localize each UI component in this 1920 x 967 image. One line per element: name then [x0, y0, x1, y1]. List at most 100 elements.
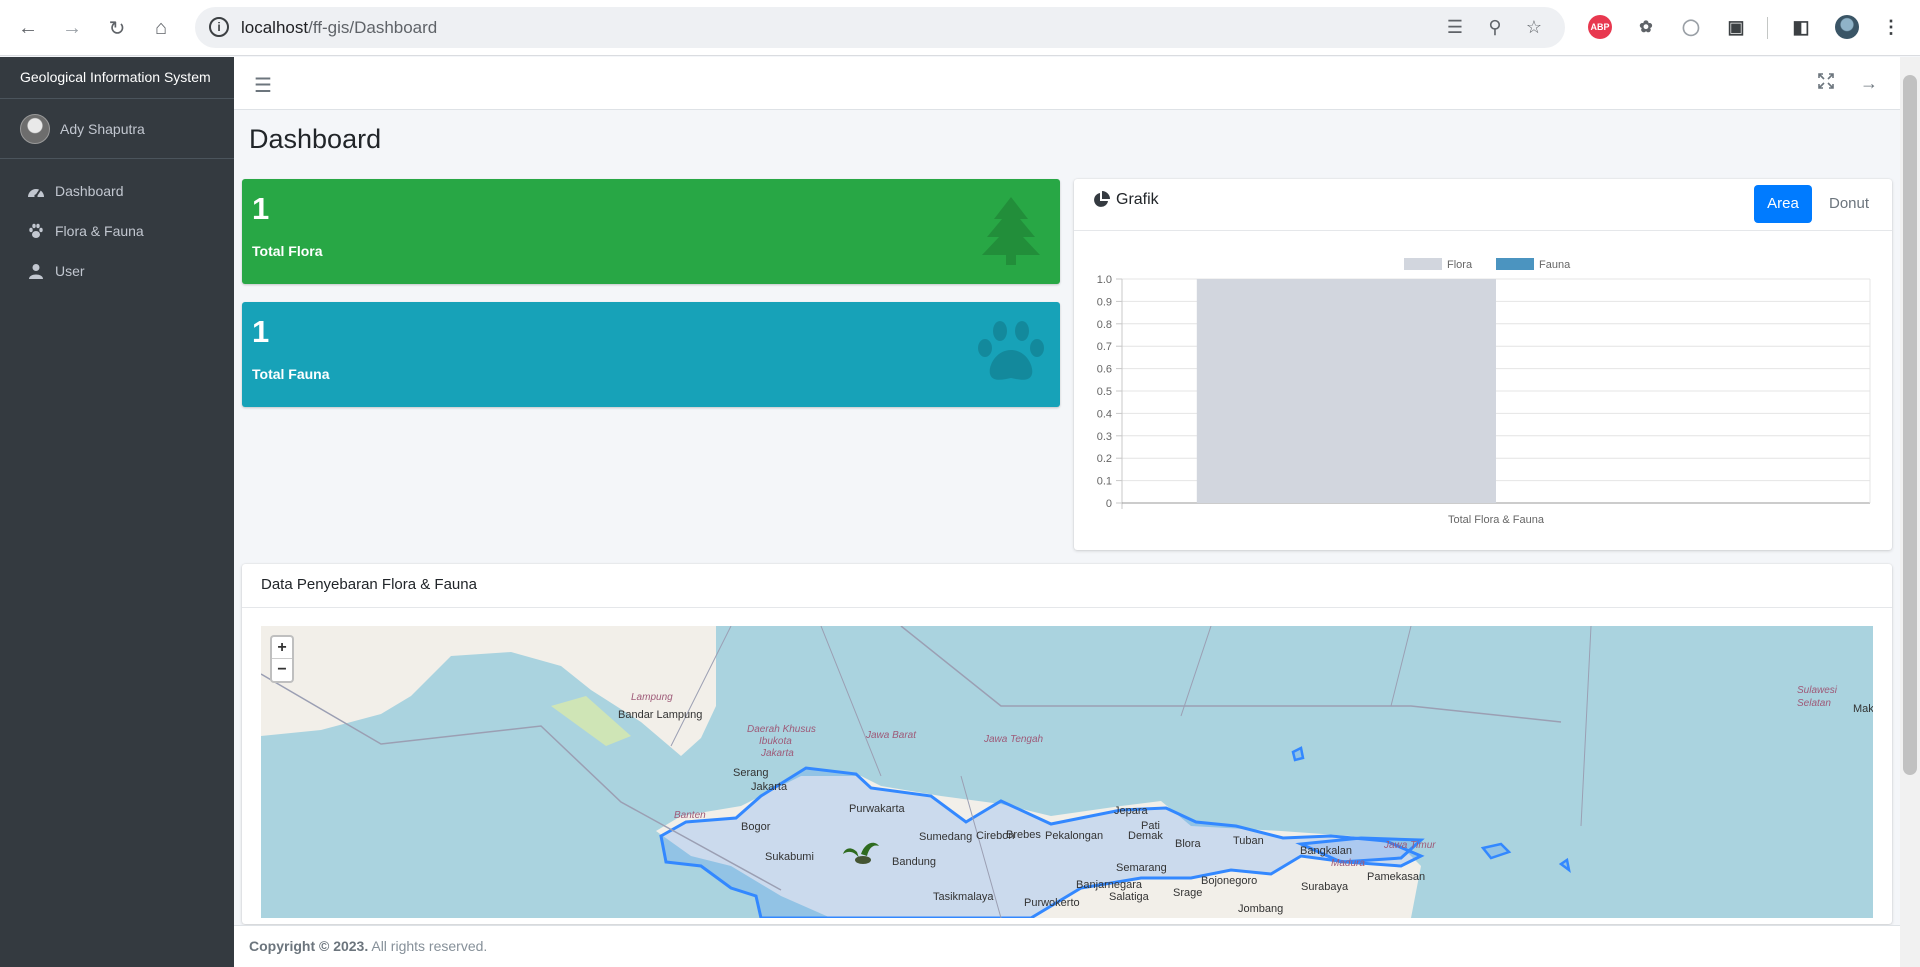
total-flora-label: Total Flora: [252, 243, 323, 259]
puzzle-icon[interactable]: ▣: [1724, 15, 1748, 39]
brand-link[interactable]: Geological Information System: [0, 57, 234, 99]
y-tick-label: 0.1: [1097, 476, 1112, 488]
logout-arrow-icon[interactable]: →: [1860, 73, 1878, 94]
map-label: Blora: [1175, 838, 1202, 850]
sidepanel-icon[interactable]: ◧: [1789, 15, 1813, 39]
tab-donut[interactable]: Donut: [1820, 185, 1878, 223]
map-label: Brebes: [1006, 829, 1041, 841]
land-sumatra: [261, 626, 716, 756]
sidebar-item-dashboard[interactable]: Dashboard: [0, 171, 234, 211]
map-label: Pamekasan: [1367, 871, 1425, 883]
paw-icon: [26, 221, 46, 241]
map-label: Jakarta: [760, 748, 794, 759]
brand-text: Geological Information System: [20, 69, 211, 85]
island-boundary[interactable]: [1291, 746, 1305, 762]
map-label: Bogor: [741, 821, 771, 833]
map-card: Data Penyebaran Flora & Fauna Lampung Ba…: [242, 564, 1892, 924]
star-icon[interactable]: ☆: [1523, 17, 1545, 39]
scrollbar-thumb[interactable]: [1903, 75, 1917, 775]
map-label: Lampung: [631, 692, 673, 703]
back-icon[interactable]: ←: [14, 14, 42, 42]
legend-label: Flora: [1447, 259, 1473, 271]
map-view[interactable]: Lampung Bandar Lampung Daerah Khusus Ibukot…: [261, 626, 1873, 918]
legend-swatch: [1496, 258, 1534, 270]
total-fauna-label: Total Fauna: [252, 366, 330, 382]
y-tick-label: 0.3: [1097, 431, 1112, 443]
y-tick-label: 0.2: [1097, 453, 1112, 465]
map-label: Bojonegoro: [1201, 875, 1257, 887]
url-host: localhost: [241, 18, 309, 37]
map-label: Tuban: [1233, 835, 1264, 847]
map-label: Purwakarta: [849, 803, 906, 815]
profile-avatar[interactable]: [1835, 15, 1859, 39]
top-navbar: ☰ →: [234, 57, 1900, 110]
site-info-icon[interactable]: i: [209, 17, 229, 37]
sidebar-item-label: Dashboard: [55, 183, 124, 199]
browser-toolbar: ← → ↻ ⌂ i localhost/ff-gis/Dashboard ☰ ⚲…: [0, 0, 1920, 56]
sidebar-item-label: User: [55, 263, 85, 279]
address-bar[interactable]: i localhost/ff-gis/Dashboard ☰ ⚲ ☆: [195, 7, 1565, 48]
adblock-label: ABP: [1590, 22, 1610, 32]
map-label: Mak: [1853, 703, 1873, 715]
chart-card-title: Grafik: [1116, 191, 1159, 208]
sidebar-menu: Dashboard Flora & Fauna User: [0, 159, 234, 291]
avatar: [20, 113, 50, 144]
map-label: Serang: [733, 767, 768, 779]
map-label: Sukabumi: [765, 851, 814, 863]
bug-icon[interactable]: ✿: [1634, 15, 1658, 39]
map-label: Jombang: [1238, 903, 1283, 915]
page-scrollbar[interactable]: [1900, 57, 1920, 967]
home-icon[interactable]: ⌂: [147, 14, 175, 42]
map-label: Demak: [1128, 830, 1163, 842]
map-card-title: Data Penyebaran Flora & Fauna: [261, 576, 477, 593]
user-name[interactable]: Ady Shaputra: [60, 121, 145, 137]
map-label: Salatiga: [1109, 891, 1150, 903]
forward-icon[interactable]: →: [58, 14, 86, 42]
map-label: Banten: [674, 810, 706, 821]
map-label: Madura: [1331, 858, 1365, 869]
user-icon: [26, 261, 46, 281]
map-card-header: Data Penyebaran Flora & Fauna: [242, 564, 1892, 608]
timer-icon[interactable]: ◯: [1679, 15, 1703, 39]
url-text[interactable]: localhost/ff-gis/Dashboard: [241, 18, 437, 38]
map-tiles[interactable]: Lampung Bandar Lampung Daerah KhususIbukot…: [261, 626, 1873, 918]
zoom-icon[interactable]: ⚲: [1484, 17, 1506, 39]
rights-text: All rights reserved.: [371, 938, 488, 954]
map-label: Pekalongan: [1045, 830, 1103, 842]
zoom-out-button[interactable]: −: [272, 659, 292, 681]
x-tick-label: Total Flora & Fauna: [1448, 514, 1545, 526]
map-label: Ibukota: [759, 736, 792, 747]
pie-chart-icon: [1092, 191, 1110, 209]
chart-card: Grafik Area Donut 0 0.1 0.2 0.3 0.4 0.5 0.6 0.7…: [1074, 179, 1892, 550]
sidebar-item-user[interactable]: User: [0, 251, 234, 291]
island-boundary[interactable]: [1480, 842, 1512, 860]
sidebar: Geological Information System Ady Shaput…: [0, 57, 234, 967]
hamburger-icon[interactable]: ☰: [254, 73, 272, 98]
chart-card-header: Grafik Area Donut: [1074, 179, 1892, 231]
sidebar-item-flora-fauna[interactable]: Flora & Fauna: [0, 211, 234, 251]
tab-area[interactable]: Area: [1754, 185, 1812, 223]
sidebar-item-label: Flora & Fauna: [55, 223, 144, 239]
y-tick-label: 0.6: [1097, 364, 1112, 376]
reload-icon[interactable]: ↻: [103, 14, 131, 42]
zoom-in-button[interactable]: +: [272, 637, 292, 659]
island-boundary[interactable]: [1558, 857, 1571, 873]
kebab-menu-icon[interactable]: ⋮: [1879, 15, 1903, 39]
user-panel[interactable]: Ady Shaputra: [0, 99, 234, 159]
total-fauna-box: 1 Total Fauna: [242, 302, 1060, 407]
y-tick-label: 0.8: [1097, 319, 1112, 331]
total-flora-box: 1 Total Flora: [242, 179, 1060, 284]
y-tick-label: 0.7: [1097, 341, 1112, 353]
fullscreen-icon[interactable]: [1818, 73, 1834, 94]
map-label: Sulawesi: [1797, 685, 1838, 696]
page-title: Dashboard: [249, 124, 382, 154]
map-label: Jepara: [1114, 805, 1149, 817]
map-label: Sumedang: [919, 831, 972, 843]
tree-icon: [974, 193, 1048, 267]
map-label: Semarang: [1116, 862, 1167, 874]
y-tick-label: 0.9: [1097, 296, 1112, 308]
adblock-icon[interactable]: ABP: [1588, 15, 1612, 39]
translate-icon[interactable]: ☰: [1444, 17, 1466, 39]
footer: Copyright © 2023. All rights reserved.: [234, 925, 1900, 967]
copyright-text: Copyright © 2023.: [249, 938, 369, 954]
